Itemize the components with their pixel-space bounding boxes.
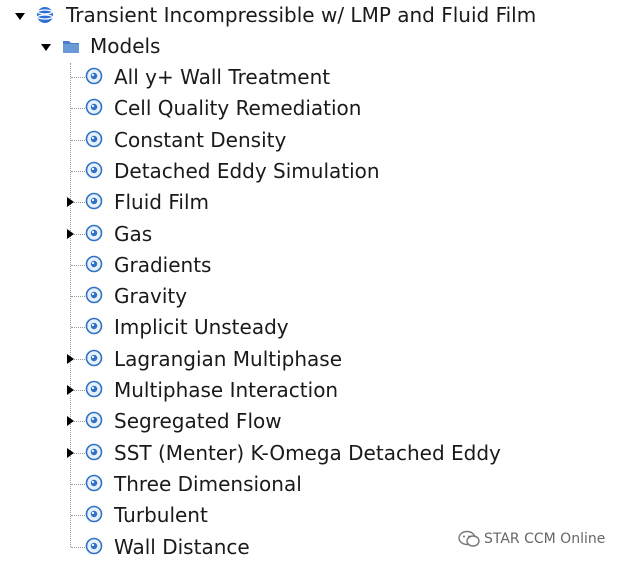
tree-connector-branch xyxy=(71,265,85,266)
expand-toggle-model[interactable] xyxy=(64,384,76,396)
tree-node-model[interactable]: Three Dimensional xyxy=(114,469,302,499)
model-label: SST (Menter) K-Omega Detached Eddy xyxy=(114,441,501,465)
model-node-icon xyxy=(85,537,103,555)
tree-node-model[interactable]: Gravity xyxy=(114,281,187,311)
model-label: Cell Quality Remediation xyxy=(114,96,362,120)
simulation-tree: Transient Incompressible w/ LMP and Flui… xyxy=(0,0,622,566)
model-node-icon xyxy=(85,130,103,148)
tree-connector-branch xyxy=(71,171,85,172)
model-node-icon xyxy=(85,411,103,429)
model-node-icon xyxy=(85,317,103,335)
model-node-icon xyxy=(85,224,103,242)
expand-toggle-models[interactable] xyxy=(40,41,52,53)
model-label: All y+ Wall Treatment xyxy=(114,65,331,89)
tree-node-model[interactable]: Detached Eddy Simulation xyxy=(114,156,380,186)
tree-node-model[interactable]: Implicit Unsteady xyxy=(114,312,289,342)
model-label: Constant Density xyxy=(114,128,287,152)
tree-connector-branch xyxy=(71,484,85,485)
models-label: Models xyxy=(90,34,161,58)
tree-node-model[interactable]: All y+ Wall Treatment xyxy=(114,62,330,92)
tree-connector-branch xyxy=(71,515,85,516)
root-label: Transient Incompressible w/ LMP and Flui… xyxy=(66,3,537,27)
expand-toggle-model[interactable] xyxy=(64,228,76,240)
model-label: Multiphase Interaction xyxy=(114,378,339,402)
model-label: Wall Distance xyxy=(114,535,250,559)
model-node-icon xyxy=(85,286,103,304)
simulation-sphere-icon xyxy=(37,7,53,23)
model-node-icon xyxy=(85,349,103,367)
model-label: Implicit Unsteady xyxy=(114,315,289,339)
tree-node-model[interactable]: Gradients xyxy=(114,250,211,280)
model-node-icon xyxy=(85,505,103,523)
tree-node-model[interactable]: Multiphase Interaction xyxy=(114,375,338,405)
model-label: Three Dimensional xyxy=(114,472,302,496)
model-node-icon xyxy=(85,98,103,116)
watermark: STAR CCM Online xyxy=(458,530,605,548)
model-node-icon xyxy=(85,255,103,273)
tree-connector-branch xyxy=(71,547,85,548)
tree-node-root[interactable]: Transient Incompressible w/ LMP and Flui… xyxy=(66,0,536,30)
model-node-icon xyxy=(85,474,103,492)
tree-connector-branch xyxy=(71,327,85,328)
model-label: Gradients xyxy=(114,253,212,277)
model-label: Segregated Flow xyxy=(114,409,282,433)
expand-toggle-model[interactable] xyxy=(64,447,76,459)
watermark-text: STAR CCM Online xyxy=(484,531,606,547)
model-label: Detached Eddy Simulation xyxy=(114,159,380,183)
tree-node-model[interactable]: Fluid Film xyxy=(114,187,209,217)
model-label: Fluid Film xyxy=(114,190,209,214)
tree-node-model[interactable]: SST (Menter) K-Omega Detached Eddy xyxy=(114,438,501,468)
model-node-icon xyxy=(85,443,103,461)
wechat-icon xyxy=(458,530,480,547)
model-label: Lagrangian Multiphase xyxy=(114,347,343,371)
tree-node-model[interactable]: Constant Density xyxy=(114,125,286,155)
tree-connector-branch xyxy=(71,296,85,297)
tree-node-model[interactable]: Lagrangian Multiphase xyxy=(114,344,342,374)
model-node-icon xyxy=(85,380,103,398)
model-label: Gravity xyxy=(114,284,188,308)
model-node-icon xyxy=(85,161,103,179)
model-label: Turbulent xyxy=(114,503,208,527)
model-node-icon xyxy=(85,192,103,210)
tree-node-model[interactable]: Cell Quality Remediation xyxy=(114,93,361,123)
tree-connector-branch xyxy=(71,140,85,141)
model-node-icon xyxy=(85,67,103,85)
model-label: Gas xyxy=(114,222,153,246)
expand-toggle-model[interactable] xyxy=(64,415,76,427)
tree-connector-branch xyxy=(71,77,85,78)
tree-connector-line xyxy=(70,63,71,547)
expand-toggle-model[interactable] xyxy=(64,196,76,208)
tree-node-model[interactable]: Gas xyxy=(114,219,152,249)
folder-icon xyxy=(63,41,79,53)
tree-node-model[interactable]: Segregated Flow xyxy=(114,406,282,436)
tree-node-model[interactable]: Turbulent xyxy=(114,500,208,530)
tree-node-model[interactable]: Wall Distance xyxy=(114,532,250,562)
expand-toggle-root[interactable] xyxy=(14,10,26,22)
expand-toggle-model[interactable] xyxy=(64,353,76,365)
tree-node-models[interactable]: Models xyxy=(90,31,160,61)
tree-connector-branch xyxy=(71,108,85,109)
